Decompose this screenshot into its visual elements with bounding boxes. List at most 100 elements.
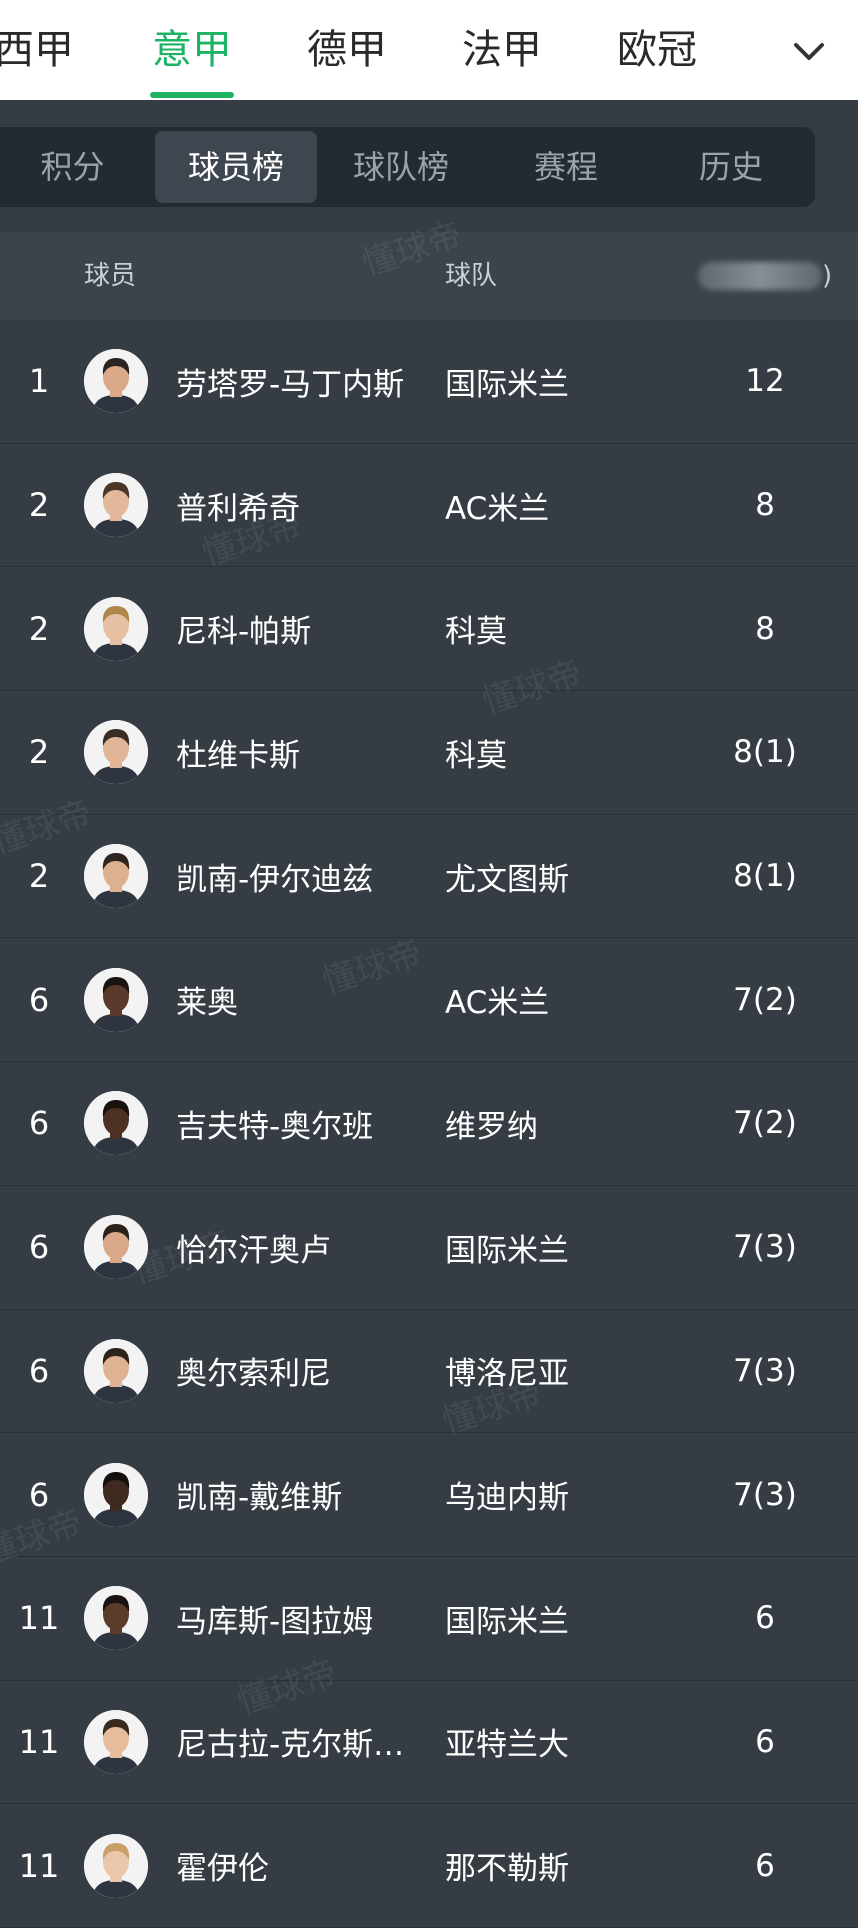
column-header-goals-blurred [698, 262, 822, 290]
table-row[interactable]: 6 恰尔汗奥卢 国际米兰 7(3) [0, 1186, 858, 1310]
goals-value: 8 [755, 610, 775, 647]
player-name[interactable]: 普利希奇 [176, 444, 438, 567]
tab-schedule[interactable]: 赛程 [485, 127, 647, 207]
tab-champions-league[interactable]: 欧冠 [617, 22, 697, 78]
table-row[interactable]: 6 吉夫特-奥尔班 维罗纳 7(2) [0, 1062, 858, 1186]
goals-value: 8(1) [733, 858, 797, 895]
avatar [84, 1709, 148, 1774]
goals-value: 7(3) [733, 1352, 797, 1389]
avatar [84, 720, 148, 785]
tab-bundesliga[interactable]: 德甲 [307, 22, 387, 78]
team-name[interactable]: 国际米兰 [445, 320, 665, 443]
team-name[interactable]: 博洛尼亚 [445, 1310, 665, 1433]
table-row[interactable]: 11 尼古拉-克尔斯… 亚特兰大 6 [0, 1681, 858, 1805]
active-tab-indicator [150, 92, 234, 98]
player-name[interactable]: 吉夫特-奥尔班 [176, 1062, 438, 1185]
avatar [84, 1091, 148, 1156]
player-name[interactable]: 恰尔汗奥卢 [176, 1186, 438, 1309]
tab-ligue1[interactable]: 法甲 [462, 22, 542, 78]
player-name[interactable]: 尼科-帕斯 [176, 567, 438, 690]
avatar [84, 844, 148, 909]
goals-value: 6 [755, 1847, 775, 1884]
player-name[interactable]: 杜维卡斯 [176, 691, 438, 814]
team-name[interactable]: AC米兰 [445, 938, 665, 1061]
sub-tab-bar: 积分 球员榜 球队榜 赛程 历史 [0, 127, 815, 207]
player-name[interactable]: 霍伊伦 [176, 1804, 438, 1927]
player-photo-icon [84, 1709, 148, 1774]
tab-player-rankings[interactable]: 球员榜 [155, 131, 317, 203]
avatar [84, 473, 148, 538]
team-name[interactable]: 那不勒斯 [445, 1804, 665, 1927]
table-row[interactable]: 2 杜维卡斯 科莫 8(1) [0, 691, 858, 815]
rank-cell: 6 [28, 980, 50, 1019]
table-row[interactable]: 2 普利希奇 AC米兰 8 [0, 444, 858, 568]
tab-laliga[interactable]: 西甲 [0, 22, 74, 78]
rank-cell: 11 [18, 1722, 60, 1761]
tab-history[interactable]: 历史 [650, 127, 812, 207]
team-name[interactable]: 亚特兰大 [445, 1681, 665, 1804]
tab-team-rankings[interactable]: 球队榜 [320, 127, 482, 207]
player-name[interactable]: 莱奥 [176, 938, 438, 1061]
rank-cell: 6 [28, 1351, 50, 1390]
goals-value: 7(3) [733, 1229, 797, 1266]
avatar [84, 1833, 148, 1898]
avatar [84, 1462, 148, 1527]
rank-cell: 2 [28, 486, 50, 525]
table-row[interactable]: 6 奥尔索利尼 博洛尼亚 7(3) [0, 1310, 858, 1434]
team-name[interactable]: 国际米兰 [445, 1186, 665, 1309]
player-photo-icon [84, 720, 148, 785]
goals-value: 7(3) [733, 1476, 797, 1513]
player-photo-icon [84, 844, 148, 909]
column-header-player: 球员 [84, 261, 137, 291]
league-tab-bar: 西甲 意甲 德甲 法甲 欧冠 [0, 0, 858, 100]
column-header-goals-suffix: ) [822, 261, 833, 291]
tab-standings[interactable]: 积分 [0, 127, 145, 207]
table-row[interactable]: 2 尼科-帕斯 科莫 8 [0, 567, 858, 692]
chevron-down-icon[interactable] [792, 36, 826, 66]
player-photo-icon [84, 596, 148, 661]
team-name[interactable]: 尤文图斯 [445, 815, 665, 938]
player-photo-icon [84, 1091, 148, 1156]
rank-cell: 1 [28, 362, 50, 401]
player-name[interactable]: 凯南-伊尔迪兹 [176, 815, 438, 938]
goals-value: 6 [755, 1600, 775, 1637]
table-row[interactable]: 6 莱奥 AC米兰 7(2) [0, 938, 858, 1063]
goals-value: 7(2) [733, 1105, 797, 1142]
rank-cell: 11 [18, 1599, 60, 1638]
tab-serie-a[interactable]: 意甲 [152, 22, 232, 78]
column-header-team: 球队 [445, 261, 498, 291]
table-row[interactable]: 1 劳塔罗-马丁内斯 国际米兰 12 [0, 320, 858, 444]
team-name[interactable]: 科莫 [445, 691, 665, 814]
player-ranking-list: 1 劳塔罗-马丁内斯 国际米兰 12 2 普利希奇 AC米兰 8 2 尼科-帕斯 科莫 8 2 杜维卡斯科… [0, 320, 858, 1928]
player-name[interactable]: 奥尔索利尼 [176, 1310, 438, 1433]
rank-cell: 11 [18, 1846, 60, 1885]
table-header: 球员 球队 ) [0, 232, 858, 320]
team-name[interactable]: AC米兰 [445, 444, 665, 567]
team-name[interactable]: 维罗纳 [445, 1062, 665, 1185]
team-name[interactable]: 国际米兰 [445, 1557, 665, 1680]
player-photo-icon [84, 349, 148, 414]
table-row[interactable]: 11 马库斯-图拉姆 国际米兰 6 [0, 1557, 858, 1681]
player-name[interactable]: 马库斯-图拉姆 [176, 1557, 438, 1680]
avatar [84, 1215, 148, 1280]
avatar [84, 967, 148, 1032]
rank-cell: 6 [28, 1228, 50, 1267]
player-photo-icon [84, 967, 148, 1032]
player-name[interactable]: 尼古拉-克尔斯… [176, 1681, 438, 1804]
table-row[interactable]: 6 凯南-戴维斯 乌迪内斯 7(3) [0, 1433, 858, 1557]
rank-cell: 6 [28, 1104, 50, 1143]
team-name[interactable]: 科莫 [445, 567, 665, 690]
player-photo-icon [84, 1586, 148, 1651]
player-photo-icon [84, 1215, 148, 1280]
player-photo-icon [84, 1833, 148, 1898]
goals-value: 6 [755, 1723, 775, 1760]
avatar [84, 349, 148, 414]
player-name[interactable]: 劳塔罗-马丁内斯 [176, 320, 438, 443]
player-photo-icon [84, 1462, 148, 1527]
rank-cell: 2 [28, 609, 50, 648]
table-row[interactable]: 2 凯南-伊尔迪兹 尤文图斯 8(1) [0, 815, 858, 939]
player-name[interactable]: 凯南-戴维斯 [176, 1433, 438, 1556]
team-name[interactable]: 乌迪内斯 [445, 1433, 665, 1556]
rank-cell: 2 [28, 857, 50, 896]
table-row[interactable]: 11 霍伊伦 那不勒斯 6 [0, 1804, 858, 1928]
